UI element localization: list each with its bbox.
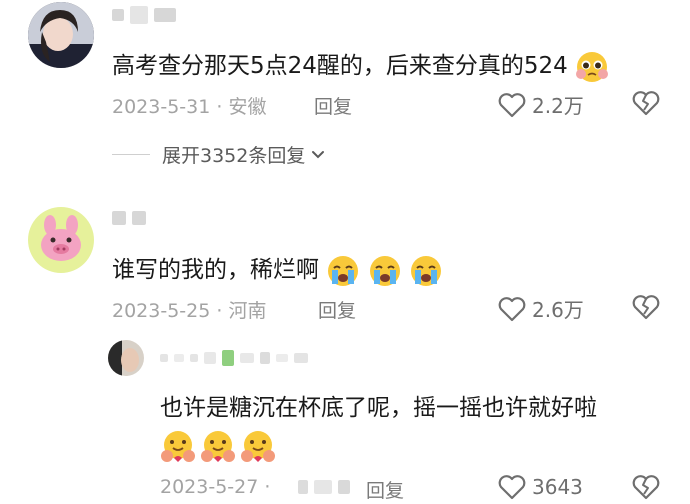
user-photo-icon [28, 2, 94, 68]
reply-button[interactable]: 回复 [366, 476, 404, 503]
reply-date: 2023-5-27 · [160, 476, 271, 498]
comment-text: 高考查分那天5点24醒的，后来查分真的524 [112, 46, 609, 84]
pig-avatar-icon [28, 207, 94, 273]
heart-icon [498, 92, 526, 117]
user-photo-icon [108, 340, 144, 376]
reply-text: 也许是糖沉在杯底了呢，摇一摇也许就好啦 [160, 395, 597, 421]
like-count: 3643 [532, 475, 583, 499]
reply-avatar[interactable] [108, 340, 144, 376]
comment-date-location: 2023-5-31 · 安徽 [112, 96, 267, 118]
broken-heart-icon [632, 475, 660, 500]
crying-face-icon [369, 255, 400, 286]
heart-icon [498, 475, 526, 500]
expand-label: 展开3352条回复 [162, 145, 306, 167]
dislike-button[interactable] [632, 90, 660, 120]
crying-face-icon [328, 255, 359, 286]
chevron-down-icon [312, 150, 325, 158]
emoji-group [326, 255, 443, 286]
comment-text: 谁写的我的，稀烂啊 [112, 250, 443, 288]
broken-heart-icon [632, 295, 660, 320]
like-button[interactable]: 3643 [498, 474, 583, 500]
reply-button[interactable]: 回复 [314, 92, 352, 119]
emoji-group [160, 428, 276, 464]
username-blurred[interactable] [112, 211, 146, 225]
reply-button[interactable]: 回复 [318, 296, 356, 323]
avatar[interactable] [28, 2, 94, 68]
expand-divider [112, 154, 150, 155]
hugging-face-icon [161, 431, 195, 462]
hugging-face-icon [241, 431, 275, 462]
broken-heart-icon [632, 91, 660, 116]
like-button[interactable]: 2.2万 [498, 90, 584, 119]
username-blurred[interactable] [112, 6, 176, 24]
avatar[interactable] [28, 207, 94, 273]
comment-date-location: 2023-5-25 · 河南 [112, 300, 267, 322]
expand-replies-button[interactable]: 展开3352条回复 [112, 141, 325, 168]
like-count: 2.2万 [532, 94, 584, 118]
heart-icon [498, 296, 526, 321]
reply-location-blurred [298, 480, 350, 494]
reply-username-blurred[interactable] [160, 350, 308, 366]
like-button[interactable]: 2.6万 [498, 294, 584, 323]
dislike-button[interactable] [632, 474, 660, 504]
crying-face-icon [410, 255, 441, 286]
dislike-button[interactable] [632, 294, 660, 324]
hugging-face-icon [201, 431, 235, 462]
pleading-face-icon [576, 51, 609, 82]
like-count: 2.6万 [532, 298, 584, 322]
